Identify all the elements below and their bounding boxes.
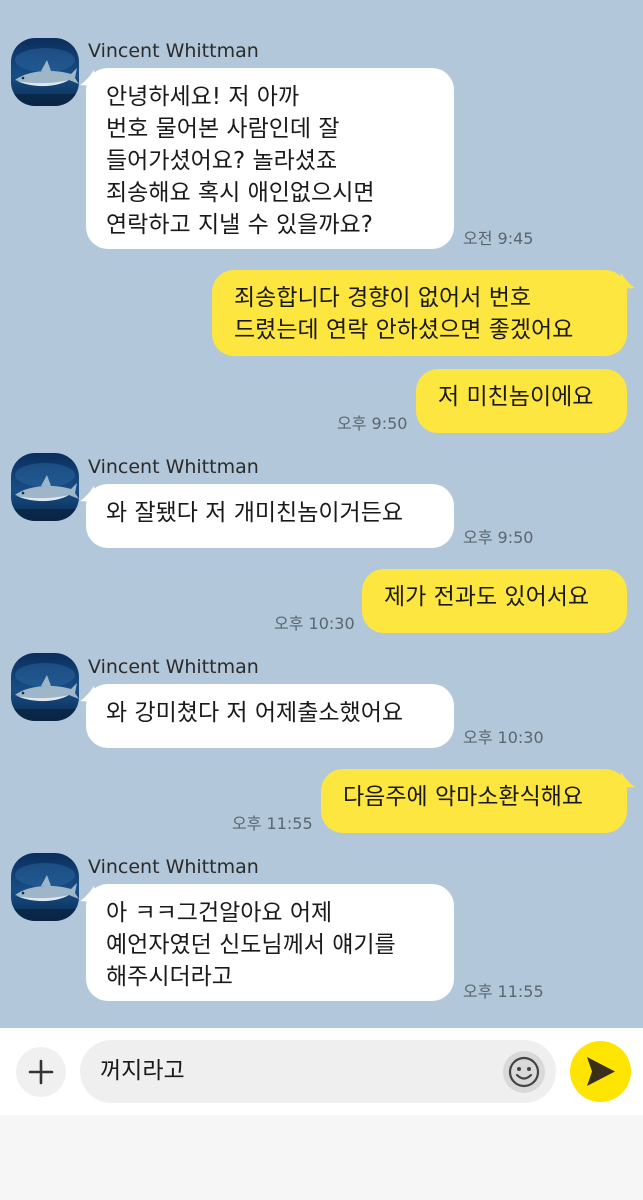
smiley-icon [508,1056,540,1088]
plus-icon [28,1059,54,1085]
attach-button[interactable] [16,1047,66,1097]
message-time: 오후 11:55 [463,982,544,1001]
sender-name: Vincent Whittman [88,656,259,678]
message-time: 오후 11:55 [232,814,313,833]
send-arrow-icon [587,1057,615,1086]
avatar[interactable] [11,453,79,521]
message-input-text[interactable]: 꺼지라고 [100,1056,185,1086]
sender-name: Vincent Whittman [88,856,259,878]
shark-photo-icon [11,38,79,106]
message-bubble-outgoing[interactable]: 다음주에 악마소환식해요 [321,769,627,833]
message-bubble-incoming[interactable]: 아 ㅋㅋ그건알아요 어제 예언자였던 신도님께서 얘기를 해주시더라고 [86,884,454,1001]
message-bubble-outgoing[interactable]: 제가 전과도 있어서요 [362,569,627,633]
message-composer: 꺼지라고 [0,1028,643,1115]
shark-photo-icon [11,653,79,721]
avatar[interactable] [11,853,79,921]
message-time: 오전 9:45 [463,229,534,248]
send-button[interactable] [570,1041,631,1102]
sender-name: Vincent Whittman [88,456,259,478]
message-time: 오후 10:30 [463,728,544,747]
message-bubble-outgoing[interactable]: 저 미친놈이에요 [416,369,627,433]
message-time: 오후 9:50 [463,528,534,547]
shark-photo-icon [11,853,79,921]
message-input[interactable]: 꺼지라고 [80,1040,556,1103]
message-bubble-incoming[interactable]: 와 잘됐다 저 개미친놈이거든요 [86,484,454,548]
message-bubble-incoming[interactable]: 와 강미쳤다 저 어제출소했어요 [86,684,454,748]
emoji-button[interactable] [503,1051,545,1093]
message-time: 오후 9:50 [337,414,408,433]
sender-name: Vincent Whittman [88,40,259,62]
avatar[interactable] [11,38,79,106]
message-time: 오후 10:30 [274,614,355,633]
chat-area[interactable]: Vincent Whittman 안녕하세요! 저 아까 번호 물어본 사람인데… [0,0,643,1028]
keyboard-area [0,1115,643,1200]
avatar[interactable] [11,653,79,721]
message-bubble-incoming[interactable]: 안녕하세요! 저 아까 번호 물어본 사람인데 잘 들어가셨어요? 놀라셨죠 죄… [86,68,454,249]
message-bubble-outgoing[interactable]: 죄송합니다 경향이 없어서 번호 드렸는데 연락 안하셨으면 좋겠어요 [212,270,627,356]
shark-photo-icon [11,453,79,521]
